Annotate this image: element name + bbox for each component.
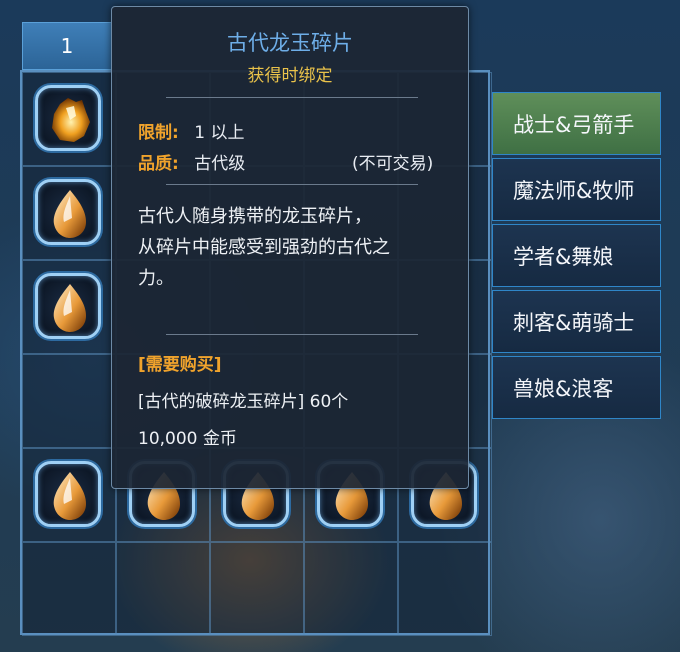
inventory-slot[interactable] [22, 166, 116, 260]
divider [166, 97, 418, 98]
dragon-jade-shard-icon [53, 472, 86, 520]
divider [166, 334, 418, 335]
description-line: 从碎片中能感受到强劲的古代之 [138, 237, 390, 258]
restriction-label: 限制: [138, 123, 179, 143]
dragon-jade-shard-icon [53, 190, 86, 238]
inventory-slot[interactable] [22, 260, 116, 354]
inventory-slot[interactable] [304, 542, 398, 636]
divider [166, 184, 418, 185]
description-line: 古代人随身携带的龙玉碎片， [138, 206, 372, 227]
purchase-item: [古代的破碎龙玉碎片] 60个 [138, 392, 349, 412]
item-name: 古代龙玉碎片 [227, 31, 353, 55]
inventory-slot[interactable] [22, 354, 116, 448]
class-tab-warrior-archer[interactable]: 战士&弓箭手 [492, 92, 661, 155]
trade-status: (不可交易) [352, 154, 434, 174]
purchase-heading: [需要购买] [138, 355, 222, 375]
quality-value: 古代级 [194, 154, 246, 174]
purchase-price: 10,000 金币 [138, 429, 237, 449]
description-line: 力。 [138, 268, 174, 289]
inventory-slot[interactable] [116, 542, 210, 636]
class-tab-scholar-dancer[interactable]: 学者&舞娘 [492, 224, 661, 287]
item-slot-frame[interactable] [35, 179, 101, 245]
item-slot-frame[interactable] [35, 85, 101, 151]
inventory-slot[interactable] [22, 542, 116, 636]
item-slot-frame[interactable] [35, 273, 101, 339]
inventory-tab-1[interactable]: 1 [22, 22, 112, 70]
dragon-jade-shard-icon [52, 98, 90, 142]
item-tooltip: 古代龙玉碎片 获得时绑定 限制: 1 以上 品质: 古代级 (不可交易) 古代人… [111, 6, 469, 489]
inventory-slot[interactable] [210, 542, 304, 636]
inventory-slot[interactable] [398, 542, 492, 636]
class-tab-assassin-knight[interactable]: 刺客&萌骑士 [492, 290, 661, 353]
inventory-slot[interactable] [22, 448, 116, 542]
quality-label: 品质: [138, 154, 179, 174]
inventory-slot[interactable] [22, 72, 116, 166]
quality-row: 品质: 古代级 (不可交易) [138, 149, 448, 174]
item-slot-frame[interactable] [35, 461, 101, 527]
restriction-row: 限制: 1 以上 [138, 118, 244, 143]
restriction-value: 1 以上 [194, 123, 245, 143]
class-tab-beastgirl-ronin[interactable]: 兽娘&浪客 [492, 356, 661, 419]
dragon-jade-shard-icon [53, 284, 86, 332]
class-tab-mage-priest[interactable]: 魔法师&牧师 [492, 158, 661, 221]
item-description: 古代人随身携带的龙玉碎片， 从碎片中能感受到强劲的古代之 力。 [138, 201, 438, 294]
bind-status: 获得时绑定 [247, 66, 333, 86]
